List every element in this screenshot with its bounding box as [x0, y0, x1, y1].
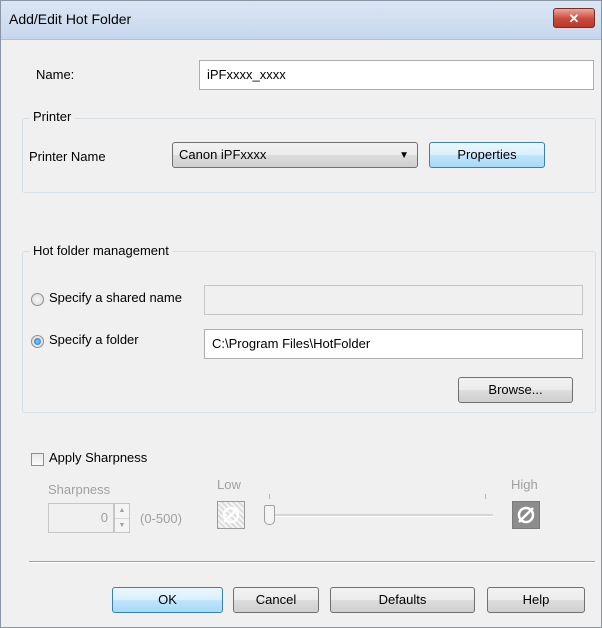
sharpness-spinner[interactable]: ▲ ▼ — [114, 503, 130, 533]
shared-name-label[interactable]: Specify a shared name — [49, 290, 182, 305]
properties-button[interactable]: Properties — [429, 142, 545, 168]
title-bar[interactable]: Add/Edit Hot Folder ✕ — [1, 1, 601, 40]
defaults-button[interactable]: Defaults — [330, 587, 475, 613]
printer-name-select-value: Canon iPFxxxx — [179, 147, 267, 162]
folder-label[interactable]: Specify a folder — [49, 332, 139, 347]
low-label: Low — [217, 477, 241, 492]
close-button[interactable]: ✕ — [553, 8, 595, 28]
cancel-button[interactable]: Cancel — [233, 587, 319, 613]
high-sharpness-icon — [512, 501, 540, 529]
sharpness-range-label: (0-500) — [140, 511, 182, 526]
sharpness-slider-thumb[interactable] — [264, 505, 275, 525]
printer-name-label: Printer Name — [29, 149, 106, 164]
sharpness-label: Sharpness — [48, 482, 111, 497]
spin-down-icon[interactable]: ▼ — [115, 519, 129, 533]
name-label: Name: — [36, 67, 75, 82]
window-title: Add/Edit Hot Folder — [9, 11, 132, 27]
high-label: High — [511, 477, 538, 492]
folder-radio[interactable] — [31, 335, 44, 348]
ok-button[interactable]: OK — [112, 587, 223, 613]
apply-sharpness-label[interactable]: Apply Sharpness — [49, 450, 147, 465]
shared-name-radio[interactable] — [31, 293, 44, 306]
chevron-down-icon: ▼ — [399, 150, 409, 161]
browse-button[interactable]: Browse... — [458, 377, 573, 403]
printer-name-select[interactable]: Canon iPFxxxx ▼ — [172, 142, 418, 168]
shared-name-input[interactable] — [204, 285, 583, 315]
printer-group-title: Printer — [30, 109, 75, 124]
low-sharpness-icon — [217, 501, 245, 529]
name-input[interactable]: iPFxxxx_xxxx — [199, 60, 594, 90]
sharpness-value-input[interactable]: 0 — [48, 503, 114, 533]
sharpness-slider-track[interactable] — [265, 514, 493, 517]
hotfolder-group-title: Hot folder management — [30, 243, 172, 258]
spin-up-icon[interactable]: ▲ — [115, 504, 129, 519]
folder-path-input[interactable]: C:\Program Files\HotFolder — [204, 329, 583, 359]
separator — [29, 561, 595, 563]
dialog-window: Add/Edit Hot Folder ✕ Name: iPFxxxx_xxxx… — [0, 0, 602, 628]
help-button[interactable]: Help — [487, 587, 585, 613]
slider-tick-min — [269, 494, 270, 499]
slider-tick-max — [485, 494, 486, 499]
apply-sharpness-checkbox[interactable] — [31, 453, 44, 466]
